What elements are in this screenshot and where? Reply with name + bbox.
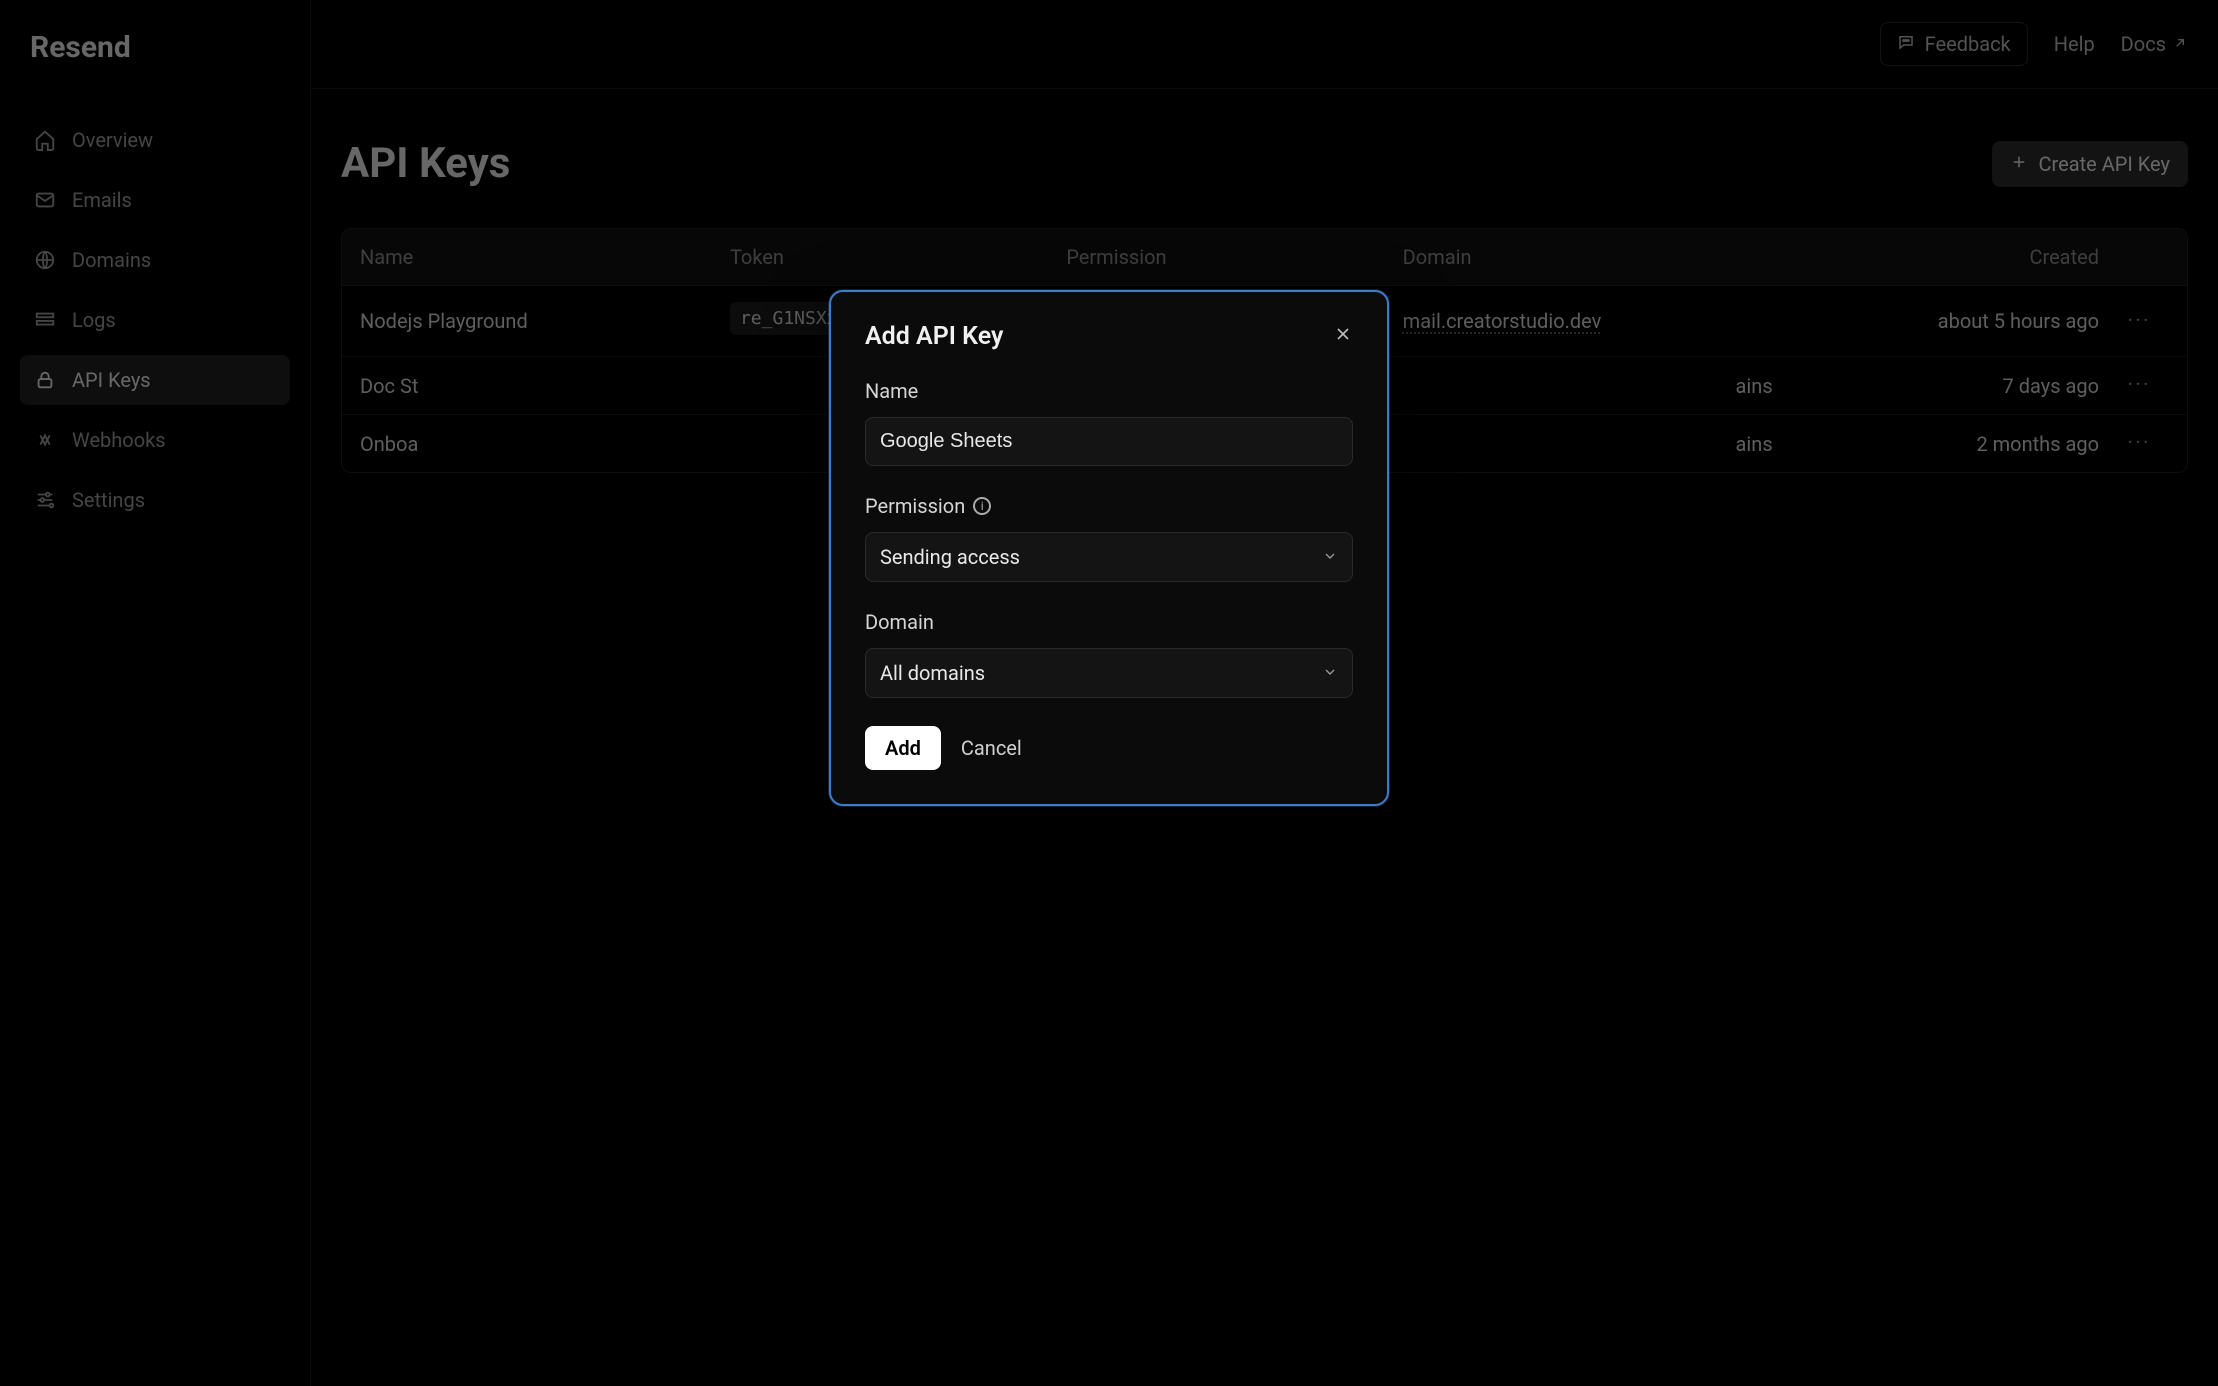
modal-title: Add API Key bbox=[865, 322, 1003, 351]
name-label: Name bbox=[865, 379, 1353, 403]
permission-label: Permission i bbox=[865, 494, 1353, 518]
add-api-key-modal: Add API Key Name Permission i Sending ac… bbox=[829, 290, 1389, 806]
add-button[interactable]: Add bbox=[865, 726, 941, 770]
domain-select[interactable]: All domains bbox=[865, 648, 1353, 698]
info-icon[interactable]: i bbox=[973, 497, 991, 515]
modal-actions: Add Cancel bbox=[865, 726, 1353, 770]
chevron-down-icon bbox=[1322, 545, 1338, 569]
permission-value: Sending access bbox=[880, 545, 1020, 569]
chevron-down-icon bbox=[1322, 661, 1338, 685]
close-icon[interactable] bbox=[1333, 324, 1353, 350]
permission-select[interactable]: Sending access bbox=[865, 532, 1353, 582]
domain-label: Domain bbox=[865, 610, 1353, 634]
domain-field: Domain All domains bbox=[865, 610, 1353, 698]
modal-overlay[interactable]: Add API Key Name Permission i Sending ac… bbox=[0, 0, 2218, 1386]
name-field: Name bbox=[865, 379, 1353, 466]
permission-label-text: Permission bbox=[865, 494, 965, 518]
permission-field: Permission i Sending access bbox=[865, 494, 1353, 582]
name-input[interactable] bbox=[865, 417, 1353, 466]
cancel-button[interactable]: Cancel bbox=[961, 736, 1022, 760]
modal-header: Add API Key bbox=[865, 322, 1353, 351]
domain-value: All domains bbox=[880, 661, 985, 685]
